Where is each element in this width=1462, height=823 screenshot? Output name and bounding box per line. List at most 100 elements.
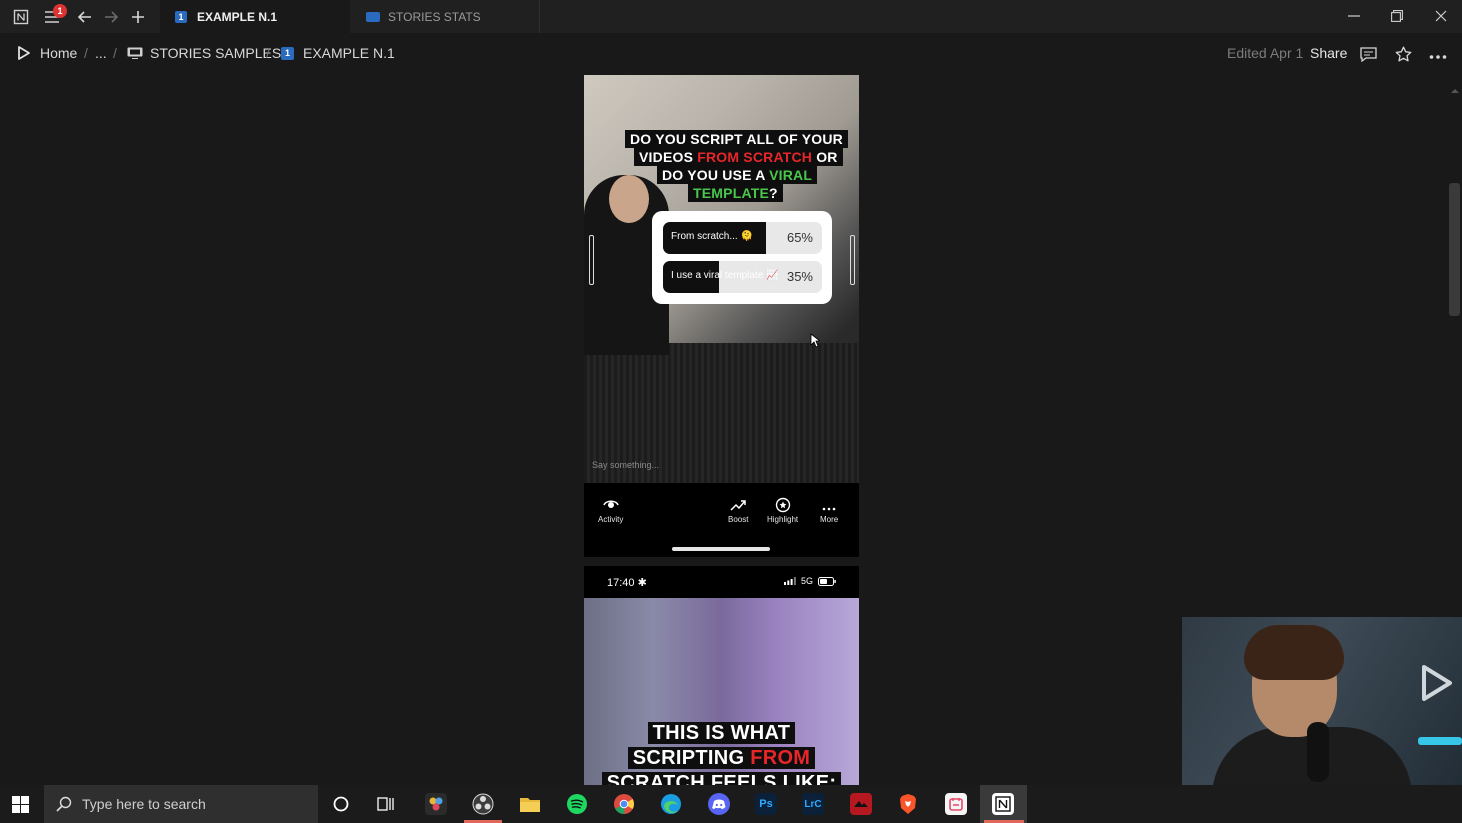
tab-stories-stats[interactable]: STORIES STATS bbox=[350, 0, 540, 33]
status-time: 17:40 ✱ bbox=[607, 577, 647, 589]
comment-placeholder: Say something... bbox=[592, 460, 660, 470]
forward-arrow-icon[interactable] bbox=[102, 8, 120, 26]
story-action-bar: Activity Boost Highlight More bbox=[584, 483, 859, 557]
discord-icon[interactable] bbox=[708, 793, 730, 815]
poll-option-label: I use a viral template 📈 bbox=[671, 270, 779, 281]
action-label: Activity bbox=[598, 515, 624, 524]
poll-option[interactable]: I use a viral template 📈 35% bbox=[663, 261, 822, 293]
brave-icon[interactable] bbox=[897, 793, 919, 815]
led-strip bbox=[1418, 737, 1462, 745]
poll-option[interactable]: From scratch... 🫠 65% bbox=[663, 222, 822, 254]
story-screenshot-2: 17:40 ✱ 5G THIS IS WHAT SCRIPTING FROM S… bbox=[584, 566, 859, 785]
caption-line-2: SCRIPTING FROM bbox=[584, 747, 859, 770]
mouse-cursor-icon bbox=[810, 333, 822, 353]
question-line-3: DO YOU USE A VIRAL bbox=[657, 166, 818, 184]
scroll-up-arrow-icon[interactable] bbox=[1451, 81, 1459, 99]
breadcrumb-stories-samples[interactable]: STORIES SAMPLES bbox=[127, 45, 281, 61]
battery-icon bbox=[818, 576, 836, 586]
share-button[interactable]: Share bbox=[1310, 45, 1347, 61]
breadcrumb-label: EXAMPLE N.1 bbox=[303, 45, 395, 61]
question-text: DO YOU USE A bbox=[662, 167, 770, 183]
favorite-star-icon[interactable] bbox=[1395, 46, 1412, 66]
home-play-icon bbox=[18, 46, 30, 60]
caption-highlight-red: FROM bbox=[750, 747, 811, 769]
caption-text: SCRIPTING bbox=[632, 747, 751, 769]
caption-line-1: THIS IS WHAT bbox=[584, 722, 859, 745]
status-time-text: 17:40 bbox=[607, 577, 635, 589]
notification-badge: 1 bbox=[53, 4, 67, 18]
tab-label: STORIES STATS bbox=[388, 9, 481, 24]
file-explorer-icon[interactable] bbox=[519, 793, 541, 815]
notion-logo-icon[interactable] bbox=[12, 8, 30, 26]
poll-option-percent: 65% bbox=[786, 230, 813, 245]
person-head bbox=[609, 175, 649, 223]
page-number-icon: 1 bbox=[281, 46, 294, 60]
edge-icon[interactable] bbox=[660, 793, 682, 815]
red-app-icon[interactable] bbox=[850, 793, 872, 815]
action-label: More bbox=[820, 515, 839, 524]
edited-timestamp: Edited Apr 1 bbox=[1227, 45, 1304, 61]
calendar-app-icon[interactable] bbox=[945, 793, 967, 815]
page-scrollbar[interactable] bbox=[1449, 183, 1460, 316]
question-line-4: TEMPLATE? bbox=[688, 184, 783, 202]
more-options-icon[interactable] bbox=[1429, 47, 1447, 63]
caption-line-3: SCRATCH FEELS LIKE: bbox=[584, 772, 859, 785]
story-right-handle[interactable] bbox=[850, 235, 855, 285]
question-highlight-red: FROM SCRATCH bbox=[697, 149, 813, 165]
more-button[interactable]: More bbox=[820, 497, 838, 524]
close-window-button[interactable] bbox=[1426, 6, 1456, 26]
poll-option-percent: 35% bbox=[786, 269, 813, 284]
tab-label: EXAMPLE N.1 bbox=[197, 9, 278, 24]
home-indicator bbox=[672, 547, 770, 551]
notion-icon[interactable] bbox=[992, 793, 1014, 815]
breadcrumb-separator: / bbox=[266, 45, 270, 61]
photoshop-icon[interactable]: Ps bbox=[755, 793, 777, 815]
lightroom-classic-icon[interactable]: LrC bbox=[802, 793, 824, 815]
page-number-icon: 1 bbox=[175, 10, 187, 23]
back-arrow-icon[interactable] bbox=[75, 8, 93, 26]
boost-button[interactable]: Boost bbox=[728, 497, 748, 524]
obs-icon[interactable] bbox=[472, 793, 494, 815]
chrome-icon[interactable] bbox=[613, 793, 635, 815]
minimize-button[interactable] bbox=[1339, 6, 1369, 26]
search-placeholder: Type here to search bbox=[82, 796, 206, 812]
question-text: ? bbox=[769, 185, 778, 201]
task-view-icon[interactable] bbox=[377, 795, 395, 818]
question-text: VIDEOS bbox=[639, 149, 698, 165]
breadcrumb-ellipsis[interactable]: ... bbox=[95, 45, 107, 61]
highlight-icon bbox=[775, 497, 791, 515]
comments-icon[interactable] bbox=[1360, 47, 1377, 65]
play-logo-icon bbox=[1422, 665, 1452, 701]
taskbar-search-input[interactable]: Type here to search bbox=[44, 785, 318, 823]
signal-icon bbox=[784, 577, 796, 585]
breadcrumb: Home / ... / STORIES SAMPLES / 1 EXAMPLE… bbox=[0, 33, 1462, 77]
spotify-icon[interactable] bbox=[566, 793, 588, 815]
question-text: OR bbox=[812, 149, 838, 165]
question-line-2: VIDEOS FROM SCRATCH OR bbox=[634, 148, 843, 166]
poll-sticker: From scratch... 🫠 65% I use a viral temp… bbox=[652, 211, 832, 304]
new-tab-plus-icon[interactable] bbox=[129, 8, 147, 26]
breadcrumb-home[interactable]: Home bbox=[17, 45, 77, 61]
window-titlebar: 1 1 EXAMPLE N.1 STORIES STATS bbox=[0, 0, 1462, 33]
highlight-button[interactable]: Highlight bbox=[767, 497, 798, 524]
question-highlight-green: VIRAL bbox=[769, 167, 813, 183]
network-type: 5G bbox=[801, 576, 814, 586]
boost-icon bbox=[730, 497, 746, 515]
status-icons: 5G bbox=[784, 576, 836, 586]
caption-text: THIS IS WHAT bbox=[647, 722, 796, 744]
story-left-handle[interactable] bbox=[589, 235, 594, 285]
breadcrumb-separator: / bbox=[113, 45, 117, 61]
restore-button[interactable] bbox=[1382, 6, 1412, 26]
question-line-1: DO YOU SCRIPT ALL OF YOUR bbox=[625, 130, 848, 148]
search-icon bbox=[56, 796, 72, 812]
windows-start-icon[interactable] bbox=[12, 796, 29, 818]
breadcrumb-example-n1[interactable]: 1 EXAMPLE N.1 bbox=[281, 45, 395, 61]
activity-button[interactable]: Activity bbox=[598, 497, 623, 524]
cortana-icon[interactable] bbox=[333, 796, 349, 817]
breadcrumb-separator: / bbox=[84, 45, 88, 61]
davinci-resolve-icon[interactable] bbox=[425, 793, 447, 815]
question-highlight-green: TEMPLATE bbox=[693, 185, 770, 201]
poll-option-label: From scratch... 🫠 bbox=[671, 231, 753, 242]
tab-example-n1[interactable]: 1 EXAMPLE N.1 bbox=[160, 0, 350, 33]
story-screenshot-poll: DO YOU SCRIPT ALL OF YOUR VIDEOS FROM SC… bbox=[584, 75, 859, 557]
